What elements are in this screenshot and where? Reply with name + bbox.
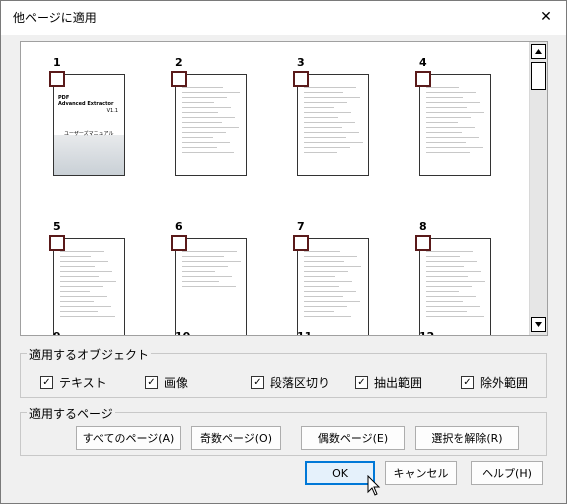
page-select-checkbox[interactable] xyxy=(293,235,309,251)
cover-brand-sub: Advanced Extractor xyxy=(58,101,114,107)
page-number: 10 xyxy=(175,330,190,335)
vertical-scrollbar[interactable] xyxy=(529,42,547,335)
odd-pages-button[interactable]: 奇数ページ(O) xyxy=(191,426,281,450)
scroll-down-icon xyxy=(535,322,542,327)
checkbox-label: 除外範囲 xyxy=(480,376,529,390)
close-button[interactable]: ✕ xyxy=(526,1,566,33)
checkbox-extract-range[interactable]: ✓ 抽出範囲 xyxy=(355,374,422,391)
page-number: 6 xyxy=(175,220,183,233)
page-preview xyxy=(419,74,491,176)
scroll-up-button[interactable] xyxy=(531,44,546,59)
page-number: 5 xyxy=(53,220,61,233)
clear-selection-button[interactable]: 選択を解除(R) xyxy=(415,426,519,450)
checkbox-box[interactable]: ✓ xyxy=(40,376,53,389)
scroll-down-button[interactable] xyxy=(531,317,546,332)
all-pages-button[interactable]: すべてのページ(A) xyxy=(76,426,181,450)
ok-button[interactable]: OK xyxy=(305,461,375,485)
cover-subtitle: ユーザーズマニュアル xyxy=(64,131,114,137)
close-icon: ✕ xyxy=(540,9,552,25)
apply-to-pages-dialog: 他ページに適用 ✕ 1 PDF Advanced Extractor V1.1 ユーザー… xyxy=(0,0,567,504)
page-thumbnail[interactable]: 1 PDF Advanced Extractor V1.1 ユーザーズマニュアル xyxy=(21,42,125,192)
checkbox-box[interactable]: ✓ xyxy=(251,376,264,389)
scroll-up-icon xyxy=(535,49,542,54)
page-preview xyxy=(297,238,369,335)
window-title: 他ページに適用 xyxy=(13,11,97,25)
page-thumbnail[interactable]: 3 xyxy=(265,42,369,192)
checkbox-label: テキスト xyxy=(59,376,107,390)
page-select-checkbox[interactable] xyxy=(293,71,309,87)
objects-group: 適用するオブジェクト ✓ テキスト ✓ 画像 ✓ 段落区切り ✓ 抽出範囲 ✓ … xyxy=(20,346,547,398)
page-number: 11 xyxy=(297,330,312,335)
page-number: 2 xyxy=(175,56,183,69)
cover-version: V1.1 xyxy=(106,108,118,114)
page-number: 1 xyxy=(53,56,61,69)
page-thumbnail[interactable]: 2 xyxy=(143,42,247,192)
page-number: 7 xyxy=(297,220,305,233)
checkbox-label: 段落区切り xyxy=(270,376,331,390)
page-thumbnail[interactable]: 8 xyxy=(387,206,491,335)
page-thumbnail[interactable]: 7 xyxy=(265,206,369,335)
checkbox-image[interactable]: ✓ 画像 xyxy=(145,374,188,391)
pages-group-label: 適用するページ xyxy=(27,405,115,422)
checkbox-label: 抽出範囲 xyxy=(374,376,423,390)
checkbox-paragraph-break[interactable]: ✓ 段落区切り xyxy=(251,374,330,391)
page-number: 4 xyxy=(419,56,427,69)
checkbox-text[interactable]: ✓ テキスト xyxy=(40,374,107,391)
page-number: 8 xyxy=(419,220,427,233)
scrollbar-thumb[interactable] xyxy=(531,62,546,90)
checkbox-exclude-range[interactable]: ✓ 除外範囲 xyxy=(461,374,528,391)
title-bar: 他ページに適用 ✕ xyxy=(1,1,566,35)
page-preview xyxy=(175,238,247,335)
checkbox-box[interactable]: ✓ xyxy=(355,376,368,389)
checkbox-label: 画像 xyxy=(164,376,189,390)
checkbox-box[interactable]: ✓ xyxy=(145,376,158,389)
page-thumbnail[interactable]: 6 xyxy=(143,206,247,335)
checkbox-box[interactable]: ✓ xyxy=(461,376,474,389)
page-thumbnail[interactable]: 4 xyxy=(387,42,491,192)
even-pages-button[interactable]: 偶数ページ(E) xyxy=(301,426,405,450)
cancel-button[interactable]: キャンセル xyxy=(385,461,457,485)
page-select-checkbox[interactable] xyxy=(171,71,187,87)
page-preview xyxy=(419,238,491,335)
objects-group-label: 適用するオブジェクト xyxy=(27,346,152,363)
page-preview: PDF Advanced Extractor V1.1 ユーザーズマニュアル xyxy=(53,74,125,176)
page-number: 3 xyxy=(297,56,305,69)
page-select-checkbox[interactable] xyxy=(49,71,65,87)
mouse-pointer-icon xyxy=(367,475,381,496)
page-select-checkbox[interactable] xyxy=(49,235,65,251)
page-preview xyxy=(175,74,247,176)
pages-group: 適用するページ すべてのページ(A) 奇数ページ(O) 偶数ページ(E) 選択を… xyxy=(20,405,547,456)
page-select-checkbox[interactable] xyxy=(415,235,431,251)
page-thumbnail-panel[interactable]: 1 PDF Advanced Extractor V1.1 ユーザーズマニュアル 2 3 4 5… xyxy=(20,41,548,336)
page-number: 9 xyxy=(53,330,61,335)
page-preview xyxy=(297,74,369,176)
page-preview xyxy=(53,238,125,335)
page-select-checkbox[interactable] xyxy=(171,235,187,251)
page-number: 12 xyxy=(419,330,434,335)
page-thumbnail[interactable]: 5 xyxy=(21,206,125,335)
page-select-checkbox[interactable] xyxy=(415,71,431,87)
help-button[interactable]: ヘルプ(H) xyxy=(471,461,543,485)
